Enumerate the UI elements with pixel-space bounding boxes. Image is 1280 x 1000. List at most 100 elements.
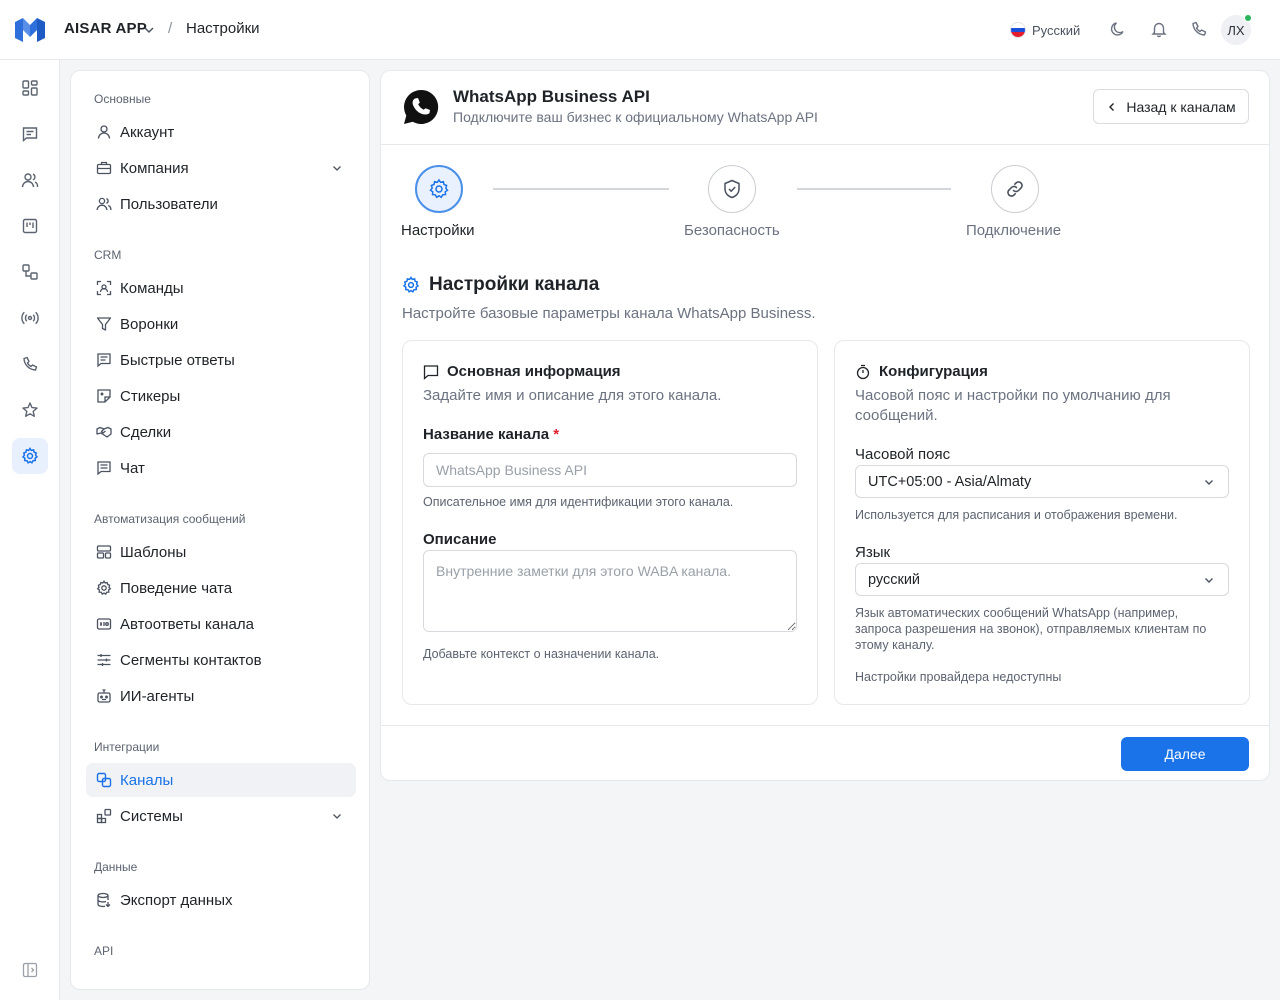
timezone-value: UTC+05:00 - Asia/Almaty <box>868 473 1032 490</box>
channels-icon <box>96 772 112 788</box>
timezone-label: Часовой пояс <box>855 446 951 463</box>
sidebar-item-label: Стикеры <box>120 387 181 405</box>
basic-info-subtitle: Задайте имя и описание для этого канала. <box>423 387 722 404</box>
rail-dashboard[interactable] <box>12 70 48 106</box>
sidebar-item-chat-behavior[interactable]: Поведение чата <box>86 571 356 605</box>
database-icon <box>97 892 111 908</box>
sidebar-item-label: Сделки <box>120 423 172 441</box>
message-square-icon <box>423 365 439 380</box>
channel-name-label: Название канала * <box>423 426 560 443</box>
kanban-icon <box>22 218 38 234</box>
language-switcher[interactable]: Русский <box>1010 18 1080 42</box>
sidebar-item-label: Команды <box>120 279 184 297</box>
chevron-down-icon <box>1205 479 1213 485</box>
nav-section-title: Интеграции <box>94 740 160 754</box>
sidebar-item-account[interactable]: Аккаунт <box>86 115 356 149</box>
sidebar-item-company[interactable]: Компания <box>86 151 356 185</box>
nav-section-title: API <box>94 944 114 958</box>
funnel-icon <box>96 317 112 331</box>
user-icon <box>97 125 111 139</box>
sidebar-item-systems[interactable]: Системы <box>86 799 356 833</box>
timezone-select[interactable]: UTC+05:00 - Asia/Almaty <box>855 465 1229 498</box>
step-label-settings: Настройки <box>401 222 475 239</box>
rail-chats[interactable] <box>12 116 48 152</box>
rail-settings[interactable] <box>12 438 48 474</box>
sidebar-item-label: Автоответы канала <box>120 615 254 633</box>
sidebar-item-chat[interactable]: Чат <box>86 451 356 485</box>
language-select[interactable]: русский <box>855 563 1229 596</box>
rail-calls[interactable] <box>12 346 48 382</box>
chevron-down-icon[interactable] <box>330 809 344 823</box>
next-button[interactable]: Далее <box>1121 737 1249 771</box>
step-connector <box>493 188 669 190</box>
phone-icon[interactable] <box>1190 20 1208 38</box>
sidebar-item-label: Воронки <box>120 315 179 333</box>
whatsapp-icon <box>404 89 439 124</box>
rail-workflows[interactable] <box>12 254 48 290</box>
sticker-icon <box>97 389 111 403</box>
breadcrumb-current-page: Настройки <box>186 20 260 37</box>
sidebar-item-channels[interactable]: Каналы <box>86 763 356 797</box>
channel-name-input[interactable] <box>423 453 797 487</box>
description-hint: Добавьте контекст о назначении канала. <box>423 647 660 661</box>
sidebar-item-teams[interactable]: Команды <box>86 271 356 305</box>
app-switcher-label[interactable]: AISAR APP <box>64 20 147 37</box>
gear-icon <box>402 276 420 293</box>
step-connection[interactable] <box>991 165 1039 213</box>
blocks-icon <box>96 808 112 824</box>
back-to-channels-button[interactable]: Назад к каналам <box>1093 89 1249 124</box>
channel-subtitle: Подключите ваш бизнес к официальному Wha… <box>453 109 818 125</box>
timezone-hint: Используется для расписания и отображени… <box>855 508 1178 522</box>
bell-icon[interactable] <box>1150 20 1168 38</box>
rail-favorites[interactable] <box>12 392 48 428</box>
rail-broadcasts[interactable] <box>12 300 48 336</box>
rail-contacts[interactable] <box>12 162 48 198</box>
step-security[interactable] <box>708 165 756 213</box>
sidebar-item-label: Пользователи <box>120 195 218 213</box>
sidebar-item-label: Экспорт данных <box>120 891 233 909</box>
chat-icon <box>22 127 38 142</box>
sidebar-toggle-icon <box>22 962 38 978</box>
user-avatar[interactable]: ЛХ <box>1221 14 1252 45</box>
sidebar-item-label: Сегменты контактов <box>120 651 262 669</box>
sidebar-item-contact-segments[interactable]: Сегменты контактов <box>86 643 356 677</box>
nav-section-title: Основные <box>94 92 151 106</box>
sidebar-item-funnels[interactable]: Воронки <box>86 307 356 341</box>
sidebar-item-stickers[interactable]: Стикеры <box>86 379 356 413</box>
configuration-title: Конфигурация <box>879 363 988 380</box>
online-status-indicator <box>1244 14 1252 22</box>
sidebar-item-quick-replies[interactable]: Быстрые ответы <box>86 343 356 377</box>
language-hint: Язык автоматических сообщений WhatsApp (… <box>855 606 1207 652</box>
chevron-left-icon <box>1109 102 1115 111</box>
footer-divider <box>381 725 1269 726</box>
sidebar-item-data-export[interactable]: Экспорт данных <box>86 883 356 917</box>
settings-icon <box>21 447 39 464</box>
chevron-down-icon <box>1205 577 1213 583</box>
users-icon <box>21 173 39 188</box>
step-label-security: Безопасность <box>684 222 780 239</box>
moon-icon[interactable] <box>1109 20 1127 38</box>
sidebar-item-users[interactable]: Пользователи <box>86 187 356 221</box>
chevron-down-icon[interactable] <box>330 161 344 175</box>
settings-sidebar: Основные Аккаунт Компания Пользователи C… <box>70 70 370 990</box>
rail-kanban[interactable] <box>12 208 48 244</box>
workflow-icon <box>22 264 38 280</box>
template-icon <box>96 545 112 559</box>
top-bar: AISAR APP / Настройки Русский ЛХ <box>0 0 1280 60</box>
chevron-down-icon[interactable] <box>141 22 157 38</box>
description-textarea[interactable] <box>423 550 797 632</box>
language-label: Язык <box>855 544 891 561</box>
sidebar-item-auto-replies[interactable]: Автоответы канала <box>86 607 356 641</box>
rail-collapse[interactable] <box>12 952 48 988</box>
handshake-icon <box>96 426 112 438</box>
star-icon <box>22 402 38 417</box>
message-square-icon <box>97 353 111 368</box>
sidebar-item-templates[interactable]: Шаблоны <box>86 535 356 569</box>
sidebar-item-label: ИИ-агенты <box>120 687 195 705</box>
configuration-subtitle: Часовой пояс и настройки по умолчанию дл… <box>855 387 1171 424</box>
sidebar-item-ai-agents[interactable]: ИИ-агенты <box>86 679 356 713</box>
app-logo-icon[interactable] <box>14 16 46 44</box>
sidebar-item-deals[interactable]: Сделки <box>86 415 356 449</box>
link-icon <box>1007 181 1023 197</box>
step-settings[interactable] <box>415 165 463 213</box>
